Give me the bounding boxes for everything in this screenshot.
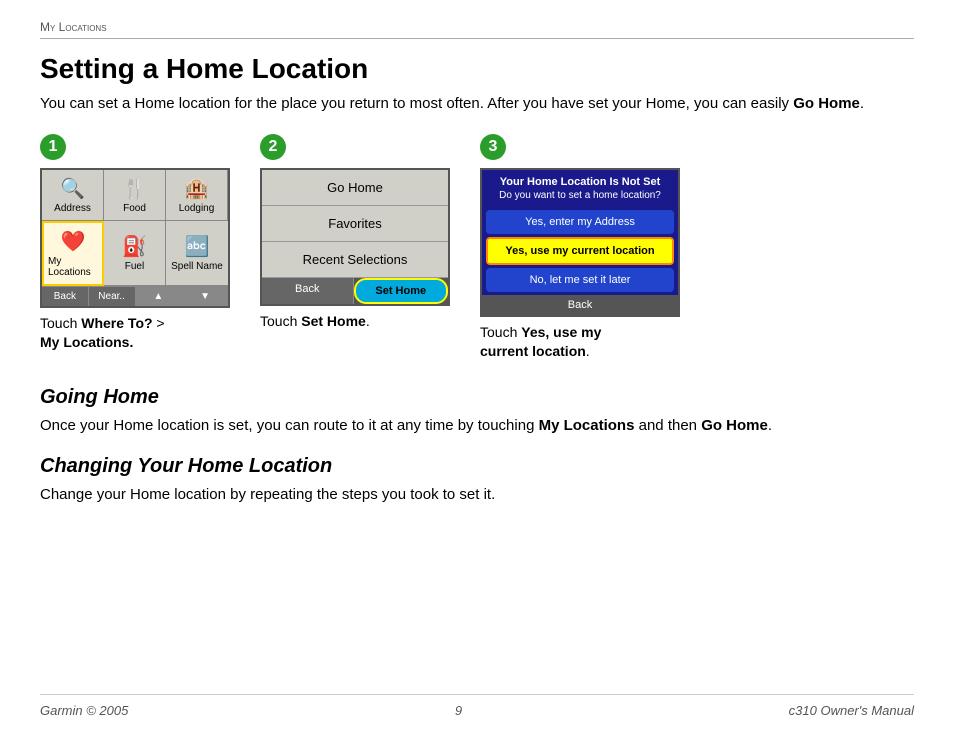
going-home-bold1: My Locations <box>539 417 635 434</box>
step-3: 3 Your Home Location Is Not Set Do you w… <box>480 134 680 362</box>
step-2: 2 Go Home Favorites Recent Selections Ba… <box>260 134 450 332</box>
going-home-text-end: . <box>768 417 772 434</box>
gps-cell-food[interactable]: 🍴 Food <box>104 170 166 221</box>
fuel-label: Fuel <box>125 261 144 272</box>
step-2-header: 2 <box>260 134 286 160</box>
screen-3-title: Your Home Location Is Not Set Do you wan… <box>482 170 678 207</box>
gps-cell-address[interactable]: 🔍 Address <box>42 170 104 221</box>
going-home-text-start: Once your Home location is set, you can … <box>40 417 539 434</box>
going-home-text: Once your Home location is set, you can … <box>40 415 914 438</box>
gps-cell-mylocations[interactable]: ❤️ My Locations <box>42 221 104 286</box>
step-1: 1 🔍 Address 🍴 Food 🏨 Lodging ❤️ <box>40 134 230 353</box>
step-2-number: 2 <box>260 134 286 160</box>
yes-use-current-btn[interactable]: Yes, use my current location <box>486 237 674 265</box>
favorites-menu[interactable]: Favorites <box>262 206 448 242</box>
footer: Garmin © 2005 9 c310 Owner's Manual <box>40 694 914 718</box>
intro-paragraph: You can set a Home location for the plac… <box>40 93 914 116</box>
step-3-number: 3 <box>480 134 506 160</box>
gps-cell-spellname[interactable]: 🔤 Spell Name <box>166 221 228 286</box>
food-label: Food <box>123 203 146 214</box>
recent-selections-menu[interactable]: Recent Selections <box>262 242 448 278</box>
screen-3-title-line1: Your Home Location Is Not Set <box>490 175 670 189</box>
gps-grid: 🔍 Address 🍴 Food 🏨 Lodging ❤️ My Locatio… <box>42 170 228 287</box>
back-btn-1[interactable]: Back <box>42 287 89 306</box>
changing-home-text: Change your Home location by repeating t… <box>40 484 914 507</box>
yes-use-current-bold: Yes, use mycurrent location <box>480 324 601 360</box>
gps-cell-fuel[interactable]: ⛽ Fuel <box>104 221 166 286</box>
footer-left: Garmin © 2005 <box>40 703 128 718</box>
spellname-label: Spell Name <box>171 261 223 272</box>
step-2-caption: Touch Set Home. <box>260 312 370 332</box>
screen-3-title-line2: Do you want to set a home location? <box>490 189 670 202</box>
yes-enter-address-btn[interactable]: Yes, enter my Address <box>486 210 674 234</box>
intro-bold: Go Home <box>793 95 860 112</box>
my-locations-bold: My Locations. <box>40 334 133 350</box>
gps-screen-3: Your Home Location Is Not Set Do you wan… <box>480 168 680 317</box>
back-btn-2[interactable]: Back <box>262 278 354 304</box>
back-btn-3[interactable]: Back <box>482 295 678 315</box>
down-btn[interactable]: ▼ <box>182 287 228 306</box>
set-home-btn[interactable]: Set Home <box>354 278 449 304</box>
near-btn[interactable]: Near.. <box>89 287 136 306</box>
footer-right: c310 Owner's Manual <box>789 703 914 718</box>
gps-screen-2-bar: Back Set Home <box>262 278 448 304</box>
breadcrumb: My Locations <box>40 20 914 39</box>
set-home-bold: Set Home <box>301 313 366 329</box>
intro-end: . <box>860 95 864 112</box>
changing-home-heading: Changing Your Home Location <box>40 455 914 478</box>
mylocations-label: My Locations <box>48 256 98 278</box>
going-home-text-mid: and then <box>634 417 701 434</box>
up-btn[interactable]: ▲ <box>136 287 183 306</box>
gps-screen-1: 🔍 Address 🍴 Food 🏨 Lodging ❤️ My Locatio… <box>40 168 230 308</box>
page-title: Setting a Home Location <box>40 53 914 85</box>
go-home-menu[interactable]: Go Home <box>262 170 448 206</box>
step-1-caption: Touch Where To? > My Locations. <box>40 314 165 353</box>
step-1-number: 1 <box>40 134 66 160</box>
address-label: Address <box>54 203 91 214</box>
where-to-bold: Where To? <box>81 315 152 331</box>
gps-screen-2: Go Home Favorites Recent Selections Back… <box>260 168 450 306</box>
step-3-header: 3 <box>480 134 506 160</box>
no-let-me-set-btn[interactable]: No, let me set it later <box>486 268 674 292</box>
mylocations-icon: ❤️ <box>61 229 86 254</box>
lodging-icon: 🏨 <box>184 176 209 201</box>
fuel-icon: ⛽ <box>122 234 147 259</box>
going-home-bold2: Go Home <box>701 417 768 434</box>
lodging-label: Lodging <box>179 203 215 214</box>
steps-row: 1 🔍 Address 🍴 Food 🏨 Lodging ❤️ <box>40 134 914 362</box>
gps-bottom-bar-1: Back Near.. ▲ ▼ <box>42 287 228 306</box>
step-1-header: 1 <box>40 134 66 160</box>
step-3-caption: Touch Yes, use mycurrent location. <box>480 323 601 362</box>
food-icon: 🍴 <box>122 176 147 201</box>
going-home-heading: Going Home <box>40 386 914 409</box>
gps-cell-lodging[interactable]: 🏨 Lodging <box>166 170 228 221</box>
intro-text: You can set a Home location for the plac… <box>40 95 793 112</box>
spellname-icon: 🔤 <box>185 234 210 259</box>
address-icon: 🔍 <box>60 176 85 201</box>
footer-center: 9 <box>455 703 462 718</box>
